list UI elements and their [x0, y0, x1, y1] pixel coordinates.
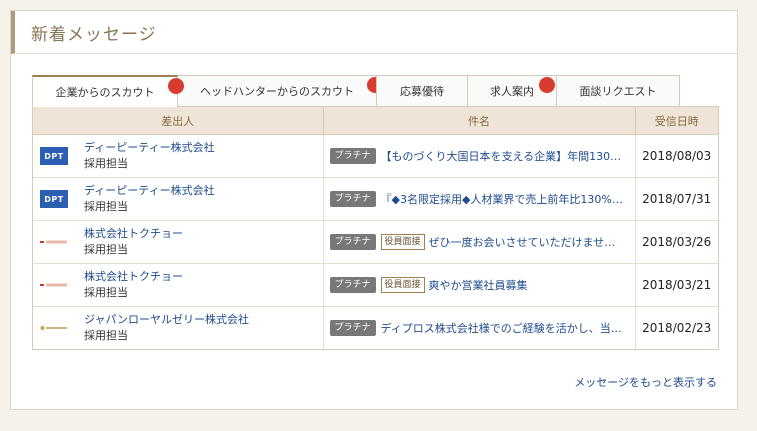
company-logo [40, 233, 68, 251]
show-more-messages-link[interactable]: メッセージをもっと表示する [574, 374, 717, 390]
tab-job-info[interactable]: 求人案内 [467, 75, 557, 106]
company-name-link[interactable]: ディーピーティー株式会社 [84, 140, 215, 156]
table-row[interactable]: DPT ディーピーティー株式会社 採用担当 プラチナ 『◆3名限定採用◆人材業界… [33, 177, 718, 221]
subject-link[interactable]: 『◆3名限定採用◆人材業界で売上前年比130%… [381, 191, 623, 207]
executive-interview-badge: 役員面接 [380, 277, 425, 293]
received-date: 2018/03/21 [635, 263, 718, 307]
notification-dot [168, 78, 184, 94]
received-date: 2018/08/03 [635, 134, 718, 178]
sender-person: 採用担当 [84, 243, 128, 256]
table-row[interactable]: 株式会社トクチョー 採用担当 プラチナ 役員面接 爽やか営業社員募集 2018/… [33, 263, 718, 307]
sender-person: 採用担当 [84, 200, 128, 213]
tab-headhunter-scout[interactable]: ヘッドハンターからのスカウト [177, 75, 383, 106]
sender-person: 採用担当 [84, 286, 128, 299]
messages-table: 差出人 件名 受信日時 DPT ディーピーティー株式会社 採用担当 プラチナ 【… [32, 106, 719, 350]
company-logo: DPT [40, 190, 68, 208]
notification-dot [539, 77, 555, 93]
tab-label: 企業からのスカウト [55, 86, 155, 99]
tab-label: 応募優待 [400, 85, 444, 98]
platinum-badge: プラチナ [329, 191, 376, 207]
executive-interview-badge: 役員面接 [380, 234, 425, 250]
company-logo: DPT [40, 147, 68, 165]
platinum-badge: プラチナ [329, 320, 376, 336]
company-name-link[interactable]: ディーピーティー株式会社 [84, 183, 215, 199]
subject-link[interactable]: ぜひ一度お会いさせていただけませ… [429, 234, 616, 250]
platinum-badge: プラチナ [329, 277, 376, 293]
company-logo [40, 276, 68, 294]
panel-header: 新着メッセージ [11, 11, 737, 54]
platinum-badge: プラチナ [329, 148, 376, 164]
tab-label: 求人案内 [490, 85, 534, 98]
tab-company-scout[interactable]: 企業からのスカウト [32, 75, 184, 107]
tab-label: 面談リクエスト [579, 85, 657, 98]
message-tabs: 企業からのスカウト ヘッドハンターからのスカウト 応募優待 求人案内 面談リクエ… [32, 75, 680, 107]
panel-title: 新着メッセージ [31, 24, 157, 45]
company-name-link[interactable]: 株式会社トクチョー [84, 269, 183, 285]
received-date: 2018/07/31 [635, 177, 718, 221]
platinum-badge: プラチナ [329, 234, 376, 250]
tab-label: ヘッドハンターからのスカウト [200, 85, 354, 98]
tab-application-perks[interactable]: 応募優待 [376, 75, 468, 106]
column-header-sender: 差出人 [33, 107, 324, 135]
sender-person: 採用担当 [84, 329, 128, 342]
subject-link[interactable]: ディプロス株式会社様でのご経験を活かし、当… [381, 320, 622, 336]
received-date: 2018/03/26 [635, 220, 718, 264]
subject-link[interactable]: 【ものづくり大国日本を支える企業】年間130… [381, 148, 622, 164]
tab-interview-request[interactable]: 面談リクエスト [556, 75, 680, 106]
subject-link[interactable]: 爽やか営業社員募集 [429, 277, 528, 293]
company-name-link[interactable]: ジャパンローヤルゼリー株式会社 [84, 312, 249, 328]
sender-person: 採用担当 [84, 157, 128, 170]
table-header-row: 差出人 件名 受信日時 [33, 107, 718, 135]
received-date: 2018/02/23 [642, 321, 712, 335]
new-messages-panel: 新着メッセージ 企業からのスカウト ヘッドハンターからのスカウト 応募優待 求人… [10, 10, 738, 410]
table-row[interactable]: 株式会社トクチョー 採用担当 プラチナ 役員面接 ぜひ一度お会いさせていただけま… [33, 220, 718, 264]
table-row[interactable]: DPT ディーピーティー株式会社 採用担当 プラチナ 【ものづくり大国日本を支え… [33, 134, 718, 178]
table-row[interactable]: ジャパンローヤルゼリー株式会社 採用担当 プラチナ ディプロス株式会社様でのご経… [33, 306, 718, 349]
company-name-link[interactable]: 株式会社トクチョー [84, 226, 183, 242]
company-logo [40, 319, 68, 337]
column-header-date: 受信日時 [635, 107, 718, 135]
column-header-subject: 件名 [323, 107, 636, 135]
